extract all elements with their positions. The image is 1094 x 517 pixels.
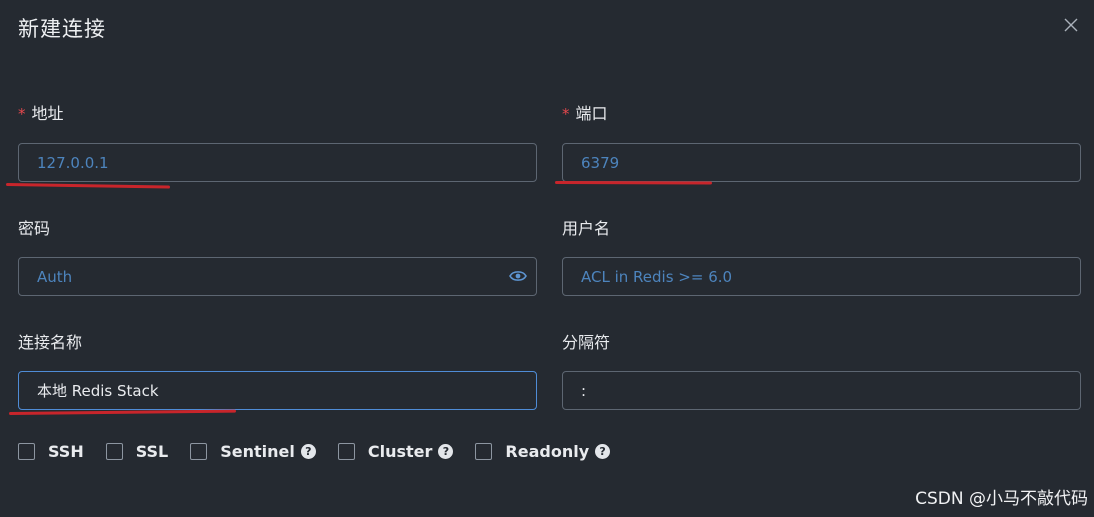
address-input[interactable]	[18, 143, 537, 182]
password-input[interactable]	[18, 257, 537, 296]
connection-name-input[interactable]	[18, 371, 537, 410]
ssl-checkbox[interactable]	[105, 443, 123, 460]
port-label: * 端口	[562, 100, 608, 124]
connection-name-label: 连接名称	[18, 333, 83, 352]
option-label: SSL	[135, 442, 169, 461]
close-icon	[1064, 18, 1078, 32]
eye-icon	[509, 271, 527, 281]
option-label: SSH	[48, 442, 84, 461]
readonly-checkbox[interactable]	[475, 443, 493, 460]
connection-options: SSH SSL Sentinel ? Cluster ? Readonly ?	[18, 442, 632, 461]
help-icon[interactable]: ?	[438, 444, 454, 459]
new-connection-dialog: 新建连接 * 地址 * 端口 密码 用户名 连接名称 分隔符 SSH	[0, 0, 1094, 517]
username-input[interactable]	[562, 257, 1081, 296]
address-label-text: 地址	[31, 104, 64, 123]
watermark: CSDN @小马不敲代码	[915, 489, 1088, 509]
option-ssl[interactable]: SSL	[105, 442, 169, 461]
option-ssh[interactable]: SSH	[18, 442, 84, 461]
close-button[interactable]	[1058, 12, 1084, 38]
option-readonly[interactable]: Readonly ?	[475, 442, 611, 461]
option-cluster[interactable]: Cluster ?	[337, 442, 454, 461]
help-icon[interactable]: ?	[300, 444, 316, 459]
option-label: Readonly	[505, 442, 590, 461]
option-label: Cluster	[367, 442, 433, 461]
cluster-checkbox[interactable]	[337, 443, 355, 460]
annotation-underline	[5, 183, 171, 189]
required-mark: *	[562, 105, 570, 123]
port-label-text: 端口	[575, 104, 608, 123]
separator-input[interactable]	[562, 371, 1081, 410]
option-label: Sentinel	[220, 442, 295, 461]
separator-label: 分隔符	[562, 333, 611, 352]
address-label: * 地址	[18, 100, 64, 124]
annotation-underline	[554, 181, 713, 185]
option-sentinel[interactable]: Sentinel ?	[190, 442, 316, 461]
required-mark: *	[18, 105, 26, 123]
password-visibility-toggle[interactable]	[509, 269, 527, 283]
password-label: 密码	[18, 219, 51, 238]
ssh-checkbox[interactable]	[18, 443, 35, 460]
help-icon[interactable]: ?	[595, 444, 611, 459]
dialog-title: 新建连接	[18, 17, 106, 41]
annotation-underline	[8, 409, 237, 415]
username-label: 用户名	[562, 219, 611, 238]
port-input[interactable]	[562, 143, 1081, 182]
sentinel-checkbox[interactable]	[190, 443, 208, 460]
